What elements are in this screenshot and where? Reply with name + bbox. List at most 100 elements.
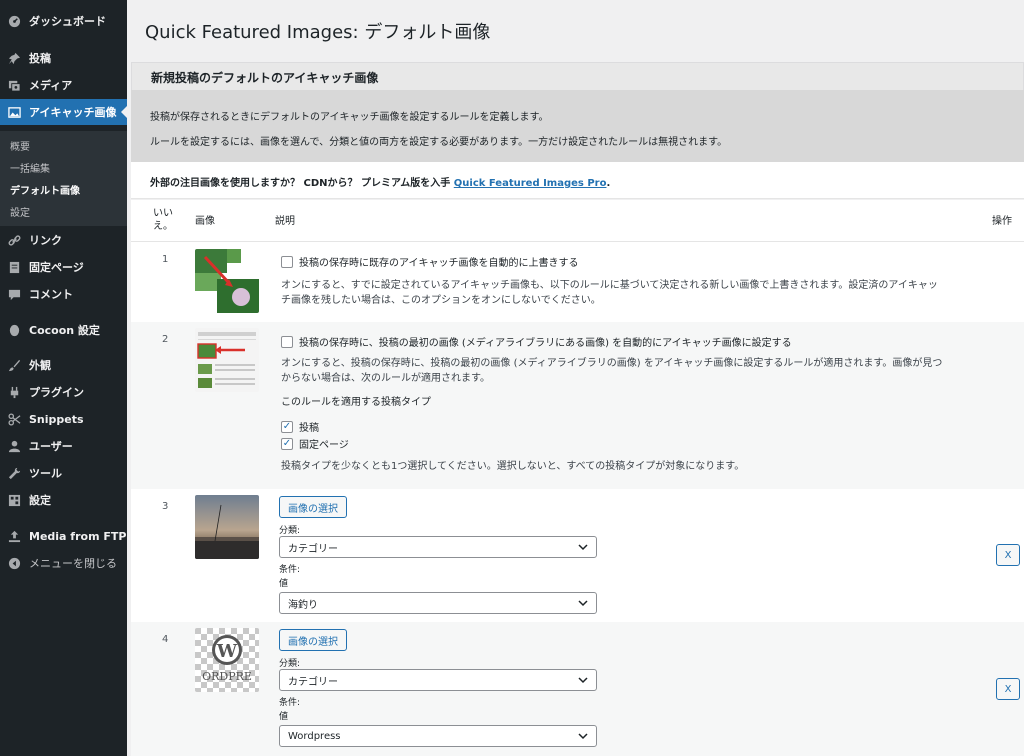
submenu-overview[interactable]: 概要 (10, 138, 30, 153)
menu-snippets[interactable]: Snippets (0, 408, 127, 430)
table-header: いいえ。 画像 説明 操作 (131, 200, 1024, 242)
value-label: 値 (279, 712, 289, 722)
taxonomy-select-value: カテゴリー (288, 543, 338, 555)
col-action: 操作 (992, 216, 1012, 227)
menu-featured-images[interactable]: アイキャッチ画像 (0, 99, 128, 125)
col-image: 画像 (195, 216, 215, 227)
select-image-button[interactable]: 画像の選択 (279, 629, 347, 651)
menu-snippets-label: Snippets (29, 412, 84, 426)
rule2-desc-line2: からない場合は、次のルールが適用されます。 (281, 373, 490, 384)
menu-users[interactable]: ユーザー (0, 435, 127, 457)
menu-media[interactable]: メディア (0, 74, 127, 96)
menu-appearance-label: 外観 (29, 359, 51, 372)
menu-plugins[interactable]: プラグイン (0, 381, 127, 403)
description-line-1: 投稿が保存されるときにデフォルトのアイキャッチ画像を設定するルールを定義します。 (150, 112, 549, 123)
rule2-description: オンにすると、投稿の保存時に、投稿の最初の画像 (メディアライブラリの画像) を… (281, 356, 942, 386)
menu-posts[interactable]: 投稿 (0, 47, 127, 69)
post-types-note: 投稿タイプを少なくとも1つ選択してください。選択しないと、すべての投稿タイプが対… (281, 461, 745, 472)
menu-dashboard-label: ダッシュボード (29, 15, 106, 28)
col-number-line1: いい (153, 208, 173, 219)
menu-settings[interactable]: 設定 (0, 489, 127, 511)
chevron-down-icon (578, 600, 588, 607)
condition-label: 条件: (279, 565, 301, 575)
upload-icon (7, 529, 21, 543)
plugin-icon (7, 385, 21, 399)
taxonomy-select-value: カテゴリー (288, 676, 338, 688)
rule-number: 2 (162, 334, 169, 345)
menu-cocoon-label: Cocoon 設定 (29, 324, 100, 337)
cocoon-icon (7, 323, 21, 337)
value-label: 値 (279, 579, 289, 589)
post-type-page-checkbox[interactable]: ✓ (281, 437, 293, 450)
promo-end: . (606, 178, 611, 189)
menu-media-ftp-label: Media from FTP (29, 529, 127, 543)
promo-text: 外部の注目画像を使用しますか？ CDNから？ プレミアム版を入手 (150, 178, 451, 189)
submenu-default-images[interactable]: デフォルト画像 (10, 182, 80, 197)
taxonomy-select[interactable]: カテゴリー (279, 536, 597, 558)
col-description: 説明 (275, 216, 295, 227)
table-row: 3 画像の選択 分類: カテゴリー 条件: 値 海釣り X (131, 489, 1024, 622)
overwrite-checkbox[interactable] (281, 255, 293, 268)
submenu-settings[interactable]: 設定 (10, 204, 30, 219)
condition-label: 条件: (279, 698, 301, 708)
rule2-desc-line1: オンにすると、投稿の保存時に、投稿の最初の画像 (メディアライブラリの画像) を… (281, 358, 943, 369)
link-icon (7, 233, 21, 247)
value-select-value: 海釣り (288, 599, 318, 611)
overwrite-option[interactable]: 投稿の保存時に既存のアイキャッチ画像を自動的に上書きする (281, 254, 579, 269)
rules-table: いい え。 画像 説明 操作 1 投稿の保存時に既存のアイキャッチ画像を自動的に… (131, 200, 1024, 756)
remove-rule-button[interactable]: X (996, 678, 1020, 700)
menu-appearance[interactable]: 外観 (0, 354, 127, 376)
promo-link[interactable]: Quick Featured Images Pro (454, 178, 607, 189)
value-select[interactable]: 海釣り (279, 592, 597, 614)
col-number: いい え。 (153, 207, 173, 233)
main-content: Quick Featured Images: デフォルト画像 新規投稿のデフォル… (127, 0, 1024, 756)
rule1-desc-line2: チ画像を残したい場合は、このオプションをオンにしないでください。 (281, 295, 601, 306)
remove-rule-button[interactable]: X (996, 544, 1020, 566)
chevron-down-icon (578, 677, 588, 684)
post-type-post-checkbox[interactable]: ✓ (281, 420, 293, 433)
menu-comments[interactable]: コメント (0, 283, 127, 305)
menu-tools[interactable]: ツール (0, 462, 127, 484)
svg-text:W: W (216, 641, 238, 662)
table-row: 2 投稿の保存時に、投稿の最初の画像 (メディアライブラリにある画像) を自動的… (131, 322, 1024, 489)
value-select[interactable]: Wordpress (279, 725, 597, 747)
menu-links-label: リンク (29, 234, 62, 247)
post-type-page-option[interactable]: ✓ 固定ページ (281, 436, 349, 451)
section-title: 新規投稿のデフォルトのアイキャッチ画像 (131, 62, 1024, 90)
menu-posts-label: 投稿 (29, 52, 51, 65)
first-image-thumbnail (195, 328, 259, 392)
menu-dashboard[interactable]: ダッシュボード (0, 10, 127, 32)
menu-tools-label: ツール (29, 467, 62, 480)
value-select-value: Wordpress (288, 730, 341, 742)
settings-icon (7, 493, 21, 507)
first-image-checkbox[interactable] (281, 335, 293, 348)
rule-number: 4 (162, 634, 169, 645)
dashboard-icon (7, 14, 21, 28)
select-image-button[interactable]: 画像の選択 (279, 496, 347, 518)
first-image-option[interactable]: 投稿の保存時に、投稿の最初の画像 (メディアライブラリにある画像) を自動的にア… (281, 334, 792, 349)
taxonomy-select[interactable]: カテゴリー (279, 669, 597, 691)
submenu-bulk-edit[interactable]: 一括編集 (10, 160, 50, 175)
col-number-line2: え。 (153, 221, 173, 232)
menu-plugins-label: プラグイン (29, 386, 84, 399)
menu-comments-label: コメント (29, 288, 73, 301)
user-icon (7, 439, 21, 453)
menu-users-label: ユーザー (29, 440, 73, 453)
page-title: Quick Featured Images: デフォルト画像 (145, 22, 491, 43)
menu-collapse[interactable]: メニューを閉じる (0, 552, 127, 574)
menu-media-from-ftp[interactable]: Media from FTP (0, 525, 127, 547)
menu-media-label: メディア (29, 79, 73, 92)
post-type-post-option[interactable]: ✓ 投稿 (281, 419, 319, 434)
collapse-arrow-icon (7, 556, 21, 570)
rule-number: 1 (162, 254, 169, 265)
rule1-desc-line1: オンにすると、すでに設定されているアイキャッチ画像も、以下のルールに基づいて決定… (281, 280, 938, 291)
menu-pages-label: 固定ページ (29, 261, 84, 274)
menu-featured-label: アイキャッチ画像 (29, 106, 117, 119)
wordpress-logo-text: ORDPRE (202, 670, 252, 683)
menu-cocoon-settings[interactable]: Cocoon 設定 (0, 319, 127, 341)
wrench-icon (7, 466, 21, 480)
taxonomy-label: 分類: (279, 526, 301, 536)
menu-pages[interactable]: 固定ページ (0, 256, 127, 278)
menu-links[interactable]: リンク (0, 229, 127, 251)
menu-settings-label: 設定 (29, 494, 51, 507)
